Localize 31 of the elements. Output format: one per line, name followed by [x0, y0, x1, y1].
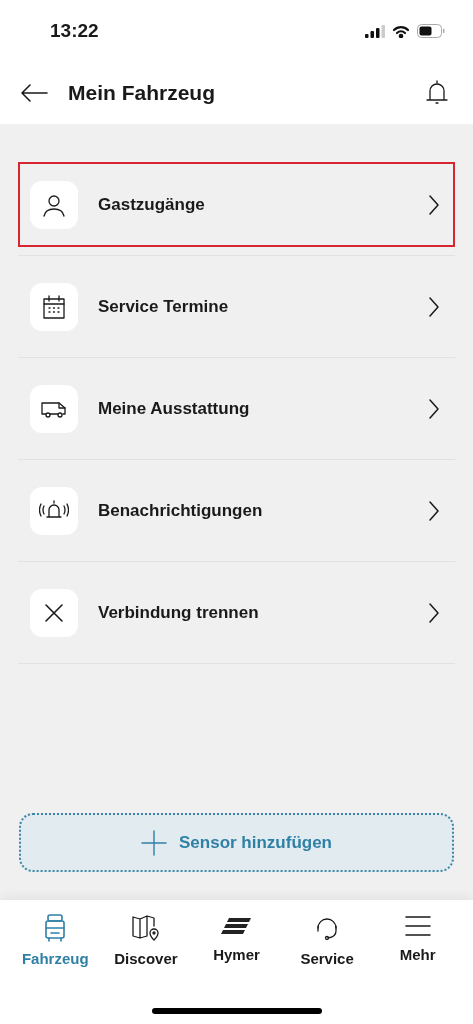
chevron-right-icon [429, 296, 439, 317]
tab-item[interactable]: Fahrzeug [13, 914, 98, 971]
menu-icon [404, 914, 431, 938]
signal-icon [365, 24, 385, 38]
battery-icon [417, 24, 445, 38]
bell-icon [426, 80, 448, 106]
tab-item[interactable]: Service [285, 914, 370, 971]
status-time: 13:22 [50, 18, 99, 43]
tab-item[interactable]: Hymer [194, 914, 279, 971]
back-button[interactable] [20, 83, 48, 103]
close-icon [43, 601, 65, 624]
notifications-button[interactable] [426, 80, 448, 106]
menu-item[interactable]: Benachrichtigungen [18, 468, 455, 553]
menu-item[interactable]: Meine Ausstattung [18, 366, 455, 451]
chevron-right-icon [429, 500, 439, 521]
page-title: Mein Fahrzeug [68, 80, 216, 107]
map-pin-icon [130, 914, 161, 942]
menu-item[interactable]: Service Termine [18, 264, 455, 349]
tab-item[interactable]: Mehr [375, 914, 460, 971]
back-arrow-icon [20, 83, 48, 103]
calendar-icon [41, 293, 67, 320]
menu-item[interactable]: Gastzugänge [18, 162, 455, 247]
add-sensor-button[interactable]: Sensor hinzufügen [19, 813, 454, 872]
bus-icon [43, 914, 68, 942]
chevron-right-icon [429, 194, 439, 215]
menu-item[interactable]: Verbindung trennen [18, 570, 455, 655]
wifi-icon [392, 24, 410, 38]
tab-item[interactable]: Discover [103, 914, 188, 971]
plus-icon [141, 829, 167, 856]
chevron-right-icon [429, 398, 439, 419]
chevron-right-icon [429, 602, 439, 623]
